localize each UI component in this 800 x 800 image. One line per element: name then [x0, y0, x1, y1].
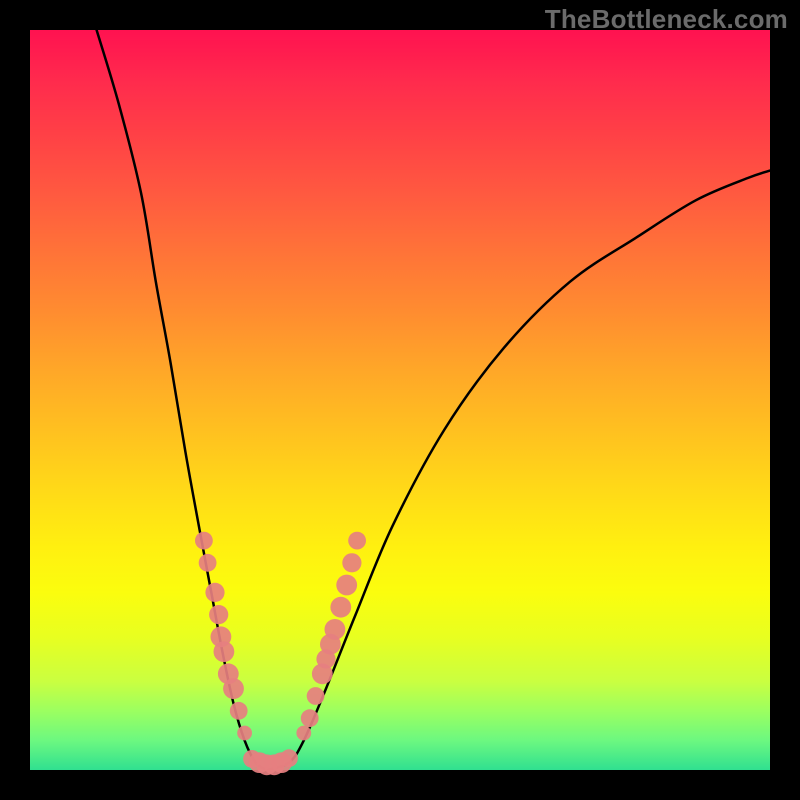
data-point [301, 709, 319, 727]
data-point [230, 702, 248, 720]
plot-area [30, 30, 770, 770]
data-point [205, 583, 224, 602]
data-point [325, 619, 346, 640]
chart-stage: TheBottleneck.com [0, 0, 800, 800]
data-point [307, 687, 325, 705]
data-point [296, 726, 311, 741]
data-point [214, 641, 235, 662]
data-point [280, 749, 298, 767]
data-point [209, 605, 228, 624]
data-point [195, 532, 213, 550]
chart-svg [30, 30, 770, 770]
data-point [342, 553, 361, 572]
data-point [223, 678, 244, 699]
curve-right [267, 171, 770, 770]
curve-left [97, 30, 267, 770]
data-point [330, 597, 351, 618]
data-point [348, 532, 366, 550]
watermark-label: TheBottleneck.com [545, 4, 788, 35]
data-point [336, 575, 357, 596]
data-point [237, 726, 252, 741]
data-point [199, 554, 217, 572]
